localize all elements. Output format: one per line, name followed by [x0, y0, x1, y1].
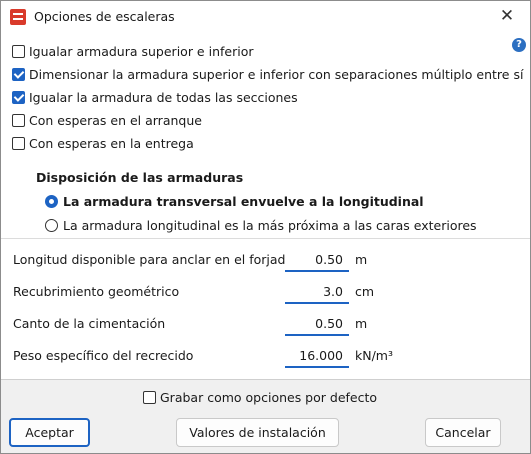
window-title: Opciones de escaleras	[34, 9, 175, 24]
dialog-content: ? Igualar armadura superior e inferior D…	[1, 32, 530, 379]
save-as-default-option[interactable]: Grabar como opciones por defecto	[143, 388, 377, 406]
checkbox[interactable]	[12, 67, 25, 81]
close-icon[interactable]: ✕	[498, 7, 516, 25]
app-icon	[10, 9, 26, 25]
anchor-length-input[interactable]	[285, 248, 349, 272]
option-label: Igualar la armadura de todas las seccion…	[29, 89, 298, 105]
field-label: Longitud disponible para anclar en el fo…	[13, 252, 294, 267]
radio-button[interactable]	[45, 194, 58, 208]
screed-weight-input[interactable]	[285, 344, 349, 368]
field-unit: m	[355, 252, 368, 267]
field-screed-weight: Peso específico del recrecido kN/m³	[13, 344, 513, 368]
option-label: Dimensionar la armadura superior e infer…	[29, 66, 524, 82]
checkbox[interactable]	[12, 113, 25, 127]
divider	[1, 238, 530, 239]
option-equal-top-bottom[interactable]: Igualar armadura superior e inferior	[12, 42, 253, 60]
option-start-dowels[interactable]: Con esperas en el arranque	[12, 111, 202, 129]
radio-transverse-wraps[interactable]: La armadura transversal envuelve a la lo…	[45, 192, 424, 210]
cover-input[interactable]	[285, 280, 349, 304]
option-label: Igualar armadura superior e inferior	[29, 43, 254, 59]
accept-button[interactable]: Aceptar	[9, 418, 90, 447]
field-unit: kN/m³	[355, 348, 393, 363]
checkbox[interactable]	[143, 390, 156, 404]
radio-longitudinal-outer[interactable]: La armadura longitudinal es la más próxi…	[45, 216, 477, 234]
option-multiple-spacing[interactable]: Dimensionar la armadura superior e infer…	[12, 65, 523, 83]
field-label: Peso específico del recrecido	[13, 348, 194, 363]
cancel-button[interactable]: Cancelar	[425, 418, 501, 447]
options-dialog: Opciones de escaleras ✕ ? Igualar armadu…	[0, 0, 531, 454]
field-label: Canto de la cimentación	[13, 316, 166, 331]
field-label: Recubrimiento geométrico	[13, 284, 180, 299]
reinforcement-layout-title: Disposición de las armaduras	[36, 170, 244, 185]
title-bar: Opciones de escaleras ✕	[1, 1, 530, 32]
checkbox[interactable]	[12, 90, 25, 104]
option-equal-all-sections[interactable]: Igualar la armadura de todas las seccion…	[12, 88, 298, 106]
field-unit: cm	[355, 284, 375, 299]
option-label: Con esperas en la entrega	[29, 135, 194, 151]
checkbox[interactable]	[12, 44, 25, 58]
option-label: Con esperas en el arranque	[29, 112, 202, 128]
option-label: Grabar como opciones por defecto	[160, 389, 378, 405]
field-cover: Recubrimiento geométrico cm	[13, 280, 513, 304]
field-anchor-length: Longitud disponible para anclar en el fo…	[13, 248, 513, 272]
footer-divider	[1, 379, 530, 380]
field-foundation-depth: Canto de la cimentación m	[13, 312, 513, 336]
radio-label: La armadura transversal envuelve a la lo…	[63, 193, 424, 209]
checkbox[interactable]	[12, 136, 25, 150]
field-unit: m	[355, 316, 368, 331]
foundation-depth-input[interactable]	[285, 312, 349, 336]
radio-button[interactable]	[45, 218, 58, 232]
help-icon[interactable]: ?	[512, 38, 526, 52]
install-values-button[interactable]: Valores de instalación	[176, 418, 339, 447]
option-end-dowels[interactable]: Con esperas en la entrega	[12, 134, 194, 152]
radio-label: La armadura longitudinal es la más próxi…	[63, 217, 477, 233]
